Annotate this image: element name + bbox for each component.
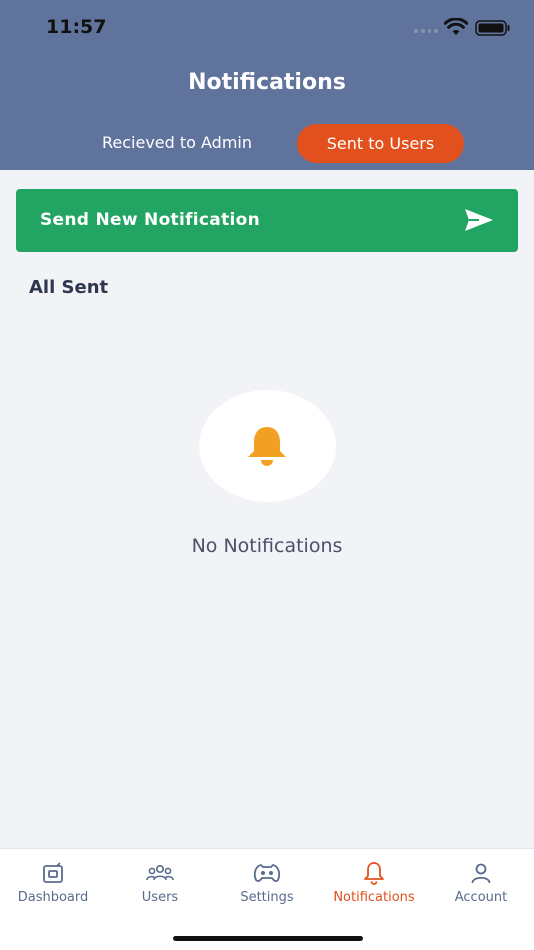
tab-label: Users xyxy=(141,890,179,905)
account-icon xyxy=(471,863,491,884)
bell-icon xyxy=(248,427,286,466)
page-title: Notifications xyxy=(188,70,346,95)
settings-icon xyxy=(253,864,281,882)
empty-state-text: No Notifications xyxy=(191,535,343,557)
tab-label: Account xyxy=(454,890,508,905)
tab-received-to-admin[interactable]: Recieved to Admin xyxy=(82,124,272,162)
app-header: 11:57 Notifications Recieved to Admin Se… xyxy=(0,0,534,170)
tab-label: Settings xyxy=(240,890,294,905)
empty-state-illustration xyxy=(199,390,336,502)
battery-icon xyxy=(475,20,510,36)
tab-notifications[interactable]: Notifications xyxy=(321,861,427,911)
cellular-signal-icon xyxy=(414,29,438,33)
tab-settings[interactable]: Settings xyxy=(214,861,320,911)
send-new-notification-button[interactable]: Send New Notification xyxy=(16,189,518,252)
home-indicator[interactable] xyxy=(173,936,363,941)
wifi-icon xyxy=(444,18,468,35)
send-button-label: Send New Notification xyxy=(40,210,261,230)
bottom-tab-bar: Dashboard Users Settings Notifications A… xyxy=(0,848,534,950)
section-title: All Sent xyxy=(29,277,109,298)
tab-label: Dashboard xyxy=(17,890,89,905)
dashboard-icon xyxy=(43,862,63,883)
tab-label: Notifications xyxy=(333,890,415,905)
tab-dashboard[interactable]: Dashboard xyxy=(0,861,106,911)
status-time: 11:57 xyxy=(46,16,107,38)
tab-account[interactable]: Account xyxy=(428,861,534,911)
send-icon xyxy=(465,209,493,231)
users-icon xyxy=(146,865,174,881)
tab-sent-to-users[interactable]: Sent to Users xyxy=(297,124,464,163)
tab-users[interactable]: Users xyxy=(107,861,213,911)
bell-icon xyxy=(364,862,384,885)
